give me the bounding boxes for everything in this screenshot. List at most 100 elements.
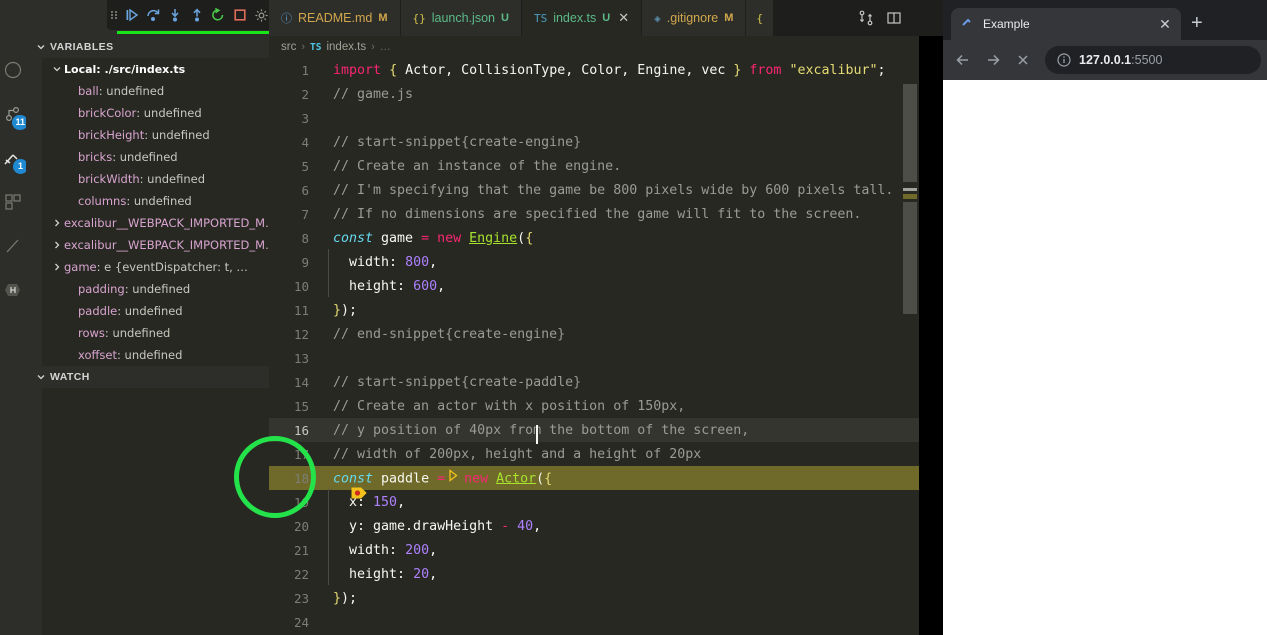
browser-viewport[interactable] bbox=[943, 80, 1267, 635]
new-tab-button[interactable]: + bbox=[1191, 12, 1203, 35]
code-line[interactable]: 21 width: 200, bbox=[269, 536, 943, 562]
info-circle-icon[interactable] bbox=[1057, 53, 1071, 67]
code-line[interactable]: 20 y: game.drawHeight - 40, bbox=[269, 512, 943, 538]
source-control-icon[interactable]: 11 bbox=[0, 92, 28, 136]
line-content: height: 20, bbox=[323, 560, 943, 585]
chevron-right-icon bbox=[50, 262, 64, 272]
line-number: 15 bbox=[293, 398, 309, 414]
testing-icon[interactable] bbox=[0, 224, 26, 268]
variable-row[interactable]: rows: undefined bbox=[42, 322, 269, 344]
docker-icon[interactable] bbox=[0, 268, 26, 312]
tab-launch-json[interactable]: {} launch.json U bbox=[400, 0, 522, 36]
line-content: // Create an actor with x position of 15… bbox=[333, 398, 686, 414]
code-line[interactable]: 19 x: 150, bbox=[269, 488, 943, 514]
conditional-breakpoint-icon[interactable] bbox=[269, 471, 367, 499]
variable-row[interactable]: columns: undefined bbox=[42, 190, 269, 212]
tab-label: .gitignore bbox=[666, 11, 719, 25]
code-line[interactable]: 3 bbox=[269, 106, 943, 130]
code-line[interactable]: 17 // width of 200px, height and a heigh… bbox=[269, 442, 943, 466]
page-favicon-icon bbox=[959, 16, 975, 32]
chevron-right-icon: › bbox=[301, 41, 306, 53]
line-number: 24 bbox=[293, 614, 309, 630]
code-line[interactable]: 6 // I'm specifying that the game be 800… bbox=[269, 178, 943, 202]
stop-icon[interactable] bbox=[229, 3, 251, 27]
variable-row[interactable]: xoffset: undefined bbox=[42, 344, 269, 366]
code-line[interactable]: 10 height: 600, bbox=[269, 272, 943, 298]
extensions-icon[interactable] bbox=[0, 180, 26, 224]
variable-row[interactable]: ball: undefined bbox=[42, 80, 269, 102]
variable-row[interactable]: bricks: undefined bbox=[42, 146, 269, 168]
breadcrumb-file[interactable]: index.ts bbox=[326, 41, 366, 53]
variable-row[interactable]: brickColor: undefined bbox=[42, 102, 269, 124]
code-line[interactable]: 8 const game = new Engine({ bbox=[269, 226, 943, 250]
step-into-icon[interactable] bbox=[164, 3, 186, 27]
line-number: 1 bbox=[301, 62, 309, 78]
split-editor-icon[interactable] bbox=[881, 5, 907, 31]
drag-handle-icon[interactable] bbox=[107, 3, 121, 27]
back-button[interactable] bbox=[949, 46, 977, 74]
code-line[interactable]: 4 // start-snippet{create-engine} bbox=[269, 130, 943, 154]
forward-button[interactable] bbox=[979, 46, 1007, 74]
tab-gitignore[interactable]: ◈ .gitignore M bbox=[642, 0, 747, 36]
run-debug-icon[interactable]: 1 bbox=[0, 136, 28, 180]
explorer-icon[interactable] bbox=[0, 48, 26, 92]
close-icon[interactable]: ✕ bbox=[618, 10, 629, 26]
variable-value: undefined bbox=[112, 326, 171, 340]
step-out-icon[interactable] bbox=[186, 3, 208, 27]
tab-readme-md[interactable]: ⓘ README.md M bbox=[269, 0, 401, 36]
browser-tab[interactable]: Example ✕ bbox=[951, 8, 1181, 40]
code-line[interactable]: 22 height: 20, bbox=[269, 560, 943, 586]
git-icon: ◈ bbox=[654, 11, 661, 25]
code-line[interactable]: 2 // game.js bbox=[269, 82, 943, 106]
line-number: 14 bbox=[293, 374, 309, 390]
code-line-executing[interactable]: 18 const paddle = new Actor({ bbox=[269, 466, 943, 499]
code-line[interactable]: 13 bbox=[269, 346, 943, 370]
code-line[interactable]: 11 }); bbox=[269, 298, 943, 322]
continue-icon[interactable] bbox=[121, 3, 143, 27]
code-line[interactable]: 15 // Create an actor with x position of… bbox=[269, 394, 943, 418]
watch-section-header[interactable]: WATCH bbox=[26, 366, 269, 388]
variable-name: paddle bbox=[78, 304, 118, 318]
code-line[interactable]: 7 // If no dimensions are specified the … bbox=[269, 202, 943, 226]
breadcrumb-tail[interactable]: … bbox=[380, 41, 391, 53]
stop-loading-button[interactable] bbox=[1009, 46, 1037, 74]
variable-name: rows bbox=[78, 326, 105, 340]
variable-row[interactable]: paddle: undefined bbox=[42, 300, 269, 322]
code-line[interactable]: 9 width: 800, bbox=[269, 248, 943, 274]
line-content: // If no dimensions are specified the ga… bbox=[333, 206, 862, 222]
variable-row[interactable]: padding: undefined bbox=[42, 278, 269, 300]
code-line[interactable]: 1 import { Actor, CollisionType, Color, … bbox=[269, 58, 943, 82]
code-line[interactable]: 23 }); bbox=[269, 586, 943, 610]
step-over-icon[interactable] bbox=[142, 3, 164, 27]
code-line-active[interactable]: 16 // y position of 40px from the bottom… bbox=[269, 418, 943, 444]
tab-partial-json[interactable]: { bbox=[746, 0, 775, 36]
variable-row[interactable]: excalibur__WEBPACK_IMPORTED_M… bbox=[42, 234, 269, 256]
variable-value: undefined bbox=[119, 150, 178, 164]
tab-index-ts[interactable]: TS index.ts U ✕ bbox=[521, 0, 643, 36]
code-editor[interactable]: 1 import { Actor, CollisionType, Color, … bbox=[269, 58, 943, 635]
breadcrumb-folder[interactable]: src bbox=[281, 41, 296, 53]
variables-title: VARIABLES bbox=[50, 41, 114, 53]
watch-tree[interactable] bbox=[42, 388, 269, 635]
code-line[interactable]: 24 bbox=[269, 610, 943, 634]
close-icon[interactable]: ✕ bbox=[1157, 16, 1173, 33]
activity-bar: 11 1 bbox=[0, 0, 28, 635]
variable-row[interactable]: brickHeight: undefined bbox=[42, 124, 269, 146]
variables-scope-row[interactable]: Local: ./src/index.ts bbox=[42, 58, 269, 80]
variable-name: bricks bbox=[78, 150, 113, 164]
variable-row[interactable]: game: e {eventDispatcher: t, … bbox=[42, 256, 269, 278]
code-line[interactable]: 14 // start-snippet{create-paddle} bbox=[269, 370, 943, 394]
code-line[interactable]: 5 // Create an instance of the engine. bbox=[269, 154, 943, 178]
restart-icon[interactable] bbox=[207, 3, 229, 27]
variable-row[interactable]: excalibur__WEBPACK_IMPORTED_M… bbox=[42, 212, 269, 234]
address-bar[interactable]: 127.0.0.1:5500 bbox=[1045, 46, 1261, 74]
line-content: // game.js bbox=[333, 86, 414, 102]
variables-section-header[interactable]: VARIABLES bbox=[26, 36, 269, 58]
minimap[interactable] bbox=[903, 58, 917, 635]
line-number: 22 bbox=[293, 566, 309, 582]
split-git-compare-icon[interactable] bbox=[853, 5, 879, 31]
debug-progress-bar bbox=[117, 31, 284, 34]
variable-row[interactable]: brickWidth: undefined bbox=[42, 168, 269, 190]
code-line[interactable]: 12 // end-snippet{create-engine} bbox=[269, 322, 943, 346]
line-content: import { Actor, CollisionType, Color, En… bbox=[333, 62, 886, 78]
